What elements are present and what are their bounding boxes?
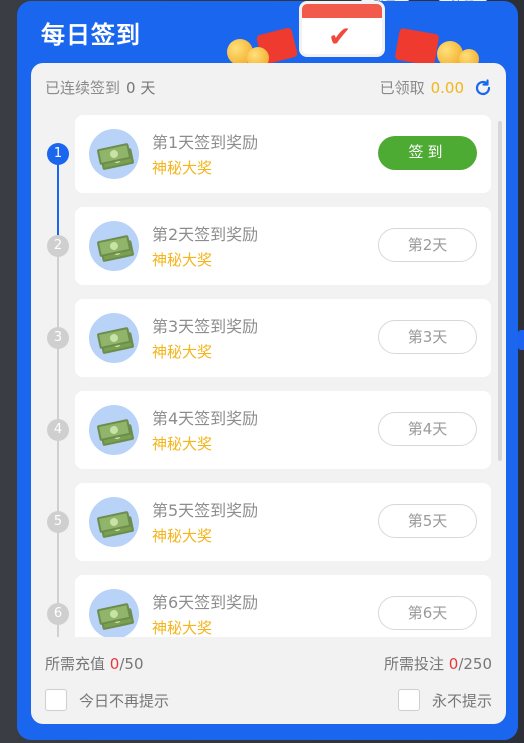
cash-bill-icon [89, 129, 139, 179]
step-marker: 4 [47, 419, 69, 441]
reward-card-day-6: 第6天签到奖励 神秘大奖 第6天 [75, 575, 491, 637]
streak-label: 已连续签到 [45, 79, 121, 97]
day-button[interactable]: 第4天 [378, 412, 477, 446]
modal-title: 每日签到 [41, 21, 141, 49]
day-button[interactable]: 第6天 [378, 596, 477, 630]
reward-title: 第1天签到奖励 [152, 133, 259, 152]
cash-bill-icon [89, 589, 139, 637]
cash-bill-icon [89, 313, 139, 363]
reward-card-day-4: 第4天签到奖励 神秘大奖 第4天 [75, 391, 491, 469]
step-marker: 1 [47, 143, 69, 165]
cash-bill-icon [89, 405, 139, 455]
cash-bill-icon [89, 221, 139, 271]
side-tab [518, 330, 524, 350]
reward-card-day-1: 第1天签到奖励 神秘大奖 签到 [75, 115, 491, 193]
reward-title: 第4天签到奖励 [152, 409, 259, 428]
step-marker: 5 [47, 511, 69, 533]
reward-prize: 神秘大奖 [152, 159, 213, 177]
step-marker: 2 [47, 235, 69, 257]
deposit-total: /50 [119, 655, 144, 673]
option-hide-today[interactable]: 今日不再提示 [45, 689, 169, 711]
reward-title: 第5天签到奖励 [152, 501, 259, 520]
reward-prize: 神秘大奖 [152, 251, 213, 269]
claimed-label: 已领取 [379, 79, 425, 97]
day-button[interactable]: 第2天 [378, 228, 477, 262]
reward-prize: 神秘大奖 [152, 527, 213, 545]
reward-title: 第2天签到奖励 [152, 225, 259, 244]
reward-card-day-2: 第2天签到奖励 神秘大奖 第2天 [75, 207, 491, 285]
claimed-value: 0.00 [430, 78, 464, 97]
bet-current: 0 [448, 655, 459, 673]
bet-label: 所需投注 [383, 655, 444, 673]
sign-in-button[interactable]: 签到 [378, 136, 477, 170]
deposit-current: 0 [109, 655, 120, 673]
bet-total: /250 [458, 655, 492, 673]
reward-card-day-3: 第3天签到奖励 神秘大奖 第3天 [75, 299, 491, 377]
streak-value: 0 天 [126, 79, 156, 97]
reward-title: 第6天签到奖励 [152, 593, 259, 612]
streak-stat: 已连续签到 0 天 [45, 77, 155, 98]
reward-prize: 神秘大奖 [152, 343, 213, 361]
calendar-icon: ✔ [299, 1, 385, 57]
never-show-checkbox[interactable] [397, 689, 420, 711]
reward-list[interactable]: 1 第1天签到奖励 神秘大奖 签到 2 第2天签到奖励 神秘大奖 第2天 3 第… [31, 109, 506, 637]
cash-bill-icon [89, 497, 139, 547]
signin-panel: 已连续签到 0 天 已领取 0.00 1 第1天签到奖励 神秘大奖 签到 2 第… [31, 63, 506, 724]
reward-card-day-5: 第5天签到奖励 神秘大奖 第5天 [75, 483, 491, 561]
list-scrollbar[interactable] [498, 121, 502, 461]
day-button[interactable]: 第5天 [378, 504, 477, 538]
timeline-progress [57, 155, 59, 237]
option-never-show[interactable]: 永不提示 [397, 689, 492, 711]
reward-title: 第3天签到奖励 [152, 317, 259, 336]
step-marker: 6 [47, 603, 69, 625]
deposit-requirement: 所需充值 0/50 [45, 653, 143, 674]
step-marker: 3 [47, 327, 69, 349]
refresh-icon[interactable] [474, 78, 492, 97]
reward-prize: 神秘大奖 [152, 435, 213, 453]
daily-signin-modal: ✔ 每日签到 已连续签到 0 天 已领取 0.00 1 第1天签到奖励 神秘大奖… [17, 1, 518, 740]
stats-row: 已连续签到 0 天 已领取 0.00 [45, 77, 492, 99]
deposit-label: 所需充值 [45, 655, 106, 673]
hide-today-label: 今日不再提示 [79, 691, 170, 710]
reward-prize: 神秘大奖 [152, 619, 213, 637]
bet-requirement: 所需投注 0/250 [384, 653, 492, 674]
claimed-stat: 已领取 0.00 [380, 77, 492, 98]
header-decoration: ✔ [207, 1, 507, 69]
hide-today-checkbox[interactable] [45, 689, 67, 711]
never-show-label: 永不提示 [431, 691, 492, 710]
day-button[interactable]: 第3天 [378, 320, 477, 354]
